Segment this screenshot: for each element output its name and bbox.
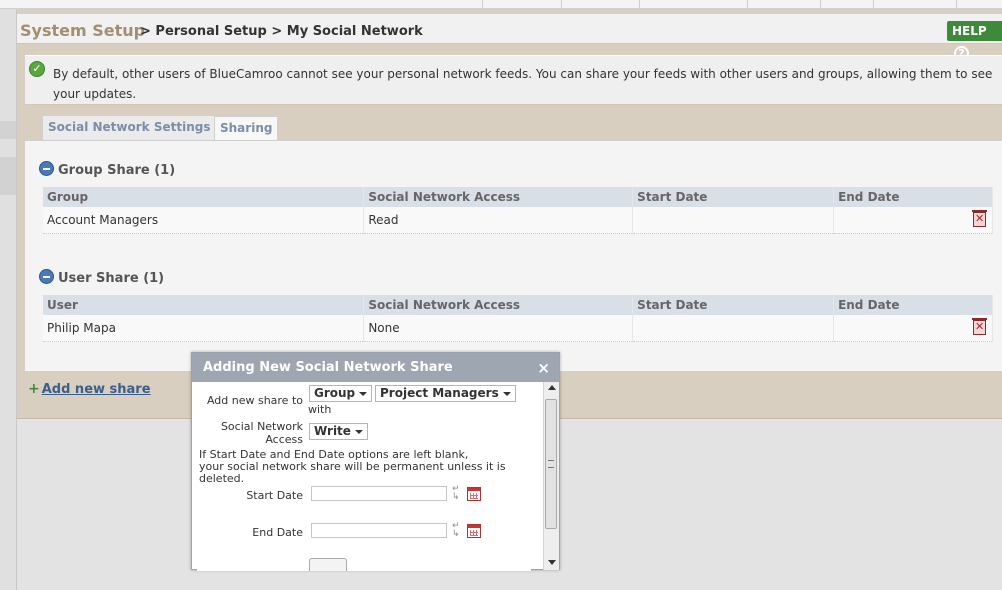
end-date-cell <box>833 207 993 234</box>
access-value: Write <box>314 424 351 438</box>
end-date-input[interactable] <box>311 523 447 538</box>
sharing-content: Group Share (1) Group Social Network Acc… <box>25 140 1002 371</box>
close-icon[interactable]: × <box>537 359 550 377</box>
column-header[interactable]: Group <box>43 187 365 207</box>
dialog-body: Add new share to Group Project Managers … <box>197 382 531 571</box>
dialog-title: Adding New Social Network Share <box>192 353 559 382</box>
share-type-value: Group <box>314 386 356 400</box>
help-button[interactable]: HELP? <box>947 21 1002 61</box>
dialog-button[interactable] <box>309 558 347 571</box>
access-label-line2: Access <box>265 433 303 446</box>
table-row[interactable]: Account Managers Read <box>43 207 993 234</box>
access-label-line1: Social Network <box>220 420 303 433</box>
scrollbar-thumb[interactable] <box>545 399 557 529</box>
notice-text: By default, other users of BlueCamroo ca… <box>53 67 993 101</box>
toolbar-divider <box>482 0 483 9</box>
column-header[interactable]: Social Network Access <box>363 295 634 315</box>
user-share-header[interactable]: User Share (1) <box>39 269 164 286</box>
toolbar-divider <box>747 0 748 9</box>
toolbar-divider <box>561 0 562 9</box>
add-new-share-label[interactable]: Add new share <box>42 382 151 397</box>
checkmark-icon: ✓ <box>29 61 45 77</box>
swap-arrows-icon[interactable]: ↵ ↳ <box>452 485 460 502</box>
add-new-share-link[interactable]: + Add new share <box>28 381 151 397</box>
note-line2: your social network share will be perman… <box>199 460 506 485</box>
user-share-table: User Social Network Access Start Date En… <box>43 295 993 342</box>
column-header[interactable]: Start Date <box>632 295 835 315</box>
swap-arrows-icon[interactable]: ↵ ↳ <box>452 522 460 539</box>
chevron-down-icon <box>502 392 511 396</box>
end-date-label: End Date <box>252 526 303 539</box>
column-header[interactable]: User <box>43 295 365 315</box>
group-share-table: Group Social Network Access Start Date E… <box>43 187 993 234</box>
table-row[interactable]: Philip Mapa None <box>43 315 993 342</box>
share-target-select[interactable]: Project Managers <box>375 385 516 402</box>
sidebar-block <box>0 157 16 195</box>
group-name-cell: Account Managers <box>43 207 365 234</box>
delete-icon[interactable] <box>972 318 987 336</box>
end-date-cell <box>833 315 993 342</box>
left-sidebar-strip <box>0 9 17 590</box>
user-share-title: User Share (1) <box>58 271 165 286</box>
user-name-cell: Philip Mapa <box>43 315 365 342</box>
column-header[interactable]: End Date <box>833 295 993 315</box>
page-header: System Setup > Personal Setup > My Socia… <box>17 14 1002 61</box>
calendar-icon[interactable] <box>467 524 481 538</box>
share-type-select[interactable]: Group <box>309 385 373 402</box>
date-note: If Start Date and End Date options are l… <box>199 449 529 485</box>
access-cell: None <box>363 315 634 342</box>
delete-icon[interactable] <box>972 210 987 228</box>
start-date-label: Start Date <box>246 489 303 502</box>
scroll-up-icon[interactable] <box>548 385 556 390</box>
access-cell: Read <box>363 207 634 234</box>
column-header[interactable]: Social Network Access <box>363 187 634 207</box>
toolbar-divider <box>820 0 821 9</box>
help-label: HELP <box>952 24 987 38</box>
column-header[interactable]: Start Date <box>632 187 835 207</box>
add-to-label: Add new share to <box>206 394 303 407</box>
table-header-row: User Social Network Access Start Date En… <box>43 295 993 315</box>
share-target-value: Project Managers <box>380 386 499 400</box>
tab-social-network-settings[interactable]: Social Network Settings <box>42 115 217 140</box>
column-header[interactable]: End Date <box>833 187 993 207</box>
breadcrumb: > Personal Setup > My Social Network <box>140 24 423 39</box>
plus-icon: + <box>28 381 40 397</box>
tab-sharing[interactable]: Sharing <box>214 116 279 141</box>
info-notice: ✓ By default, other users of BlueCamroo … <box>25 55 1002 105</box>
toolbar-divider <box>956 0 957 9</box>
group-share-header[interactable]: Group Share (1) <box>39 161 175 178</box>
chevron-down-icon <box>359 392 368 396</box>
calendar-icon[interactable] <box>467 487 481 501</box>
start-date-input[interactable] <box>311 486 447 501</box>
with-label: with <box>308 403 332 416</box>
top-toolbar <box>0 0 1002 9</box>
chevron-down-icon <box>354 430 363 434</box>
add-share-dialog: Adding New Social Network Share × Add ne… <box>191 352 560 571</box>
start-date-cell <box>632 315 835 342</box>
sidebar-block <box>0 121 16 139</box>
table-header-row: Group Social Network Access Start Date E… <box>43 187 993 207</box>
group-share-title: Group Share (1) <box>58 163 176 178</box>
dialog-scrollbar[interactable] <box>543 382 559 570</box>
page-title: System Setup <box>20 21 146 40</box>
toolbar-divider <box>639 0 640 9</box>
access-select[interactable]: Write <box>309 423 368 440</box>
collapse-icon[interactable] <box>39 269 54 284</box>
scroll-down-icon[interactable] <box>548 560 556 565</box>
toolbar-divider <box>873 0 874 9</box>
access-label: Social Network Access <box>197 420 303 446</box>
start-date-cell <box>632 207 835 234</box>
collapse-icon[interactable] <box>39 161 54 176</box>
